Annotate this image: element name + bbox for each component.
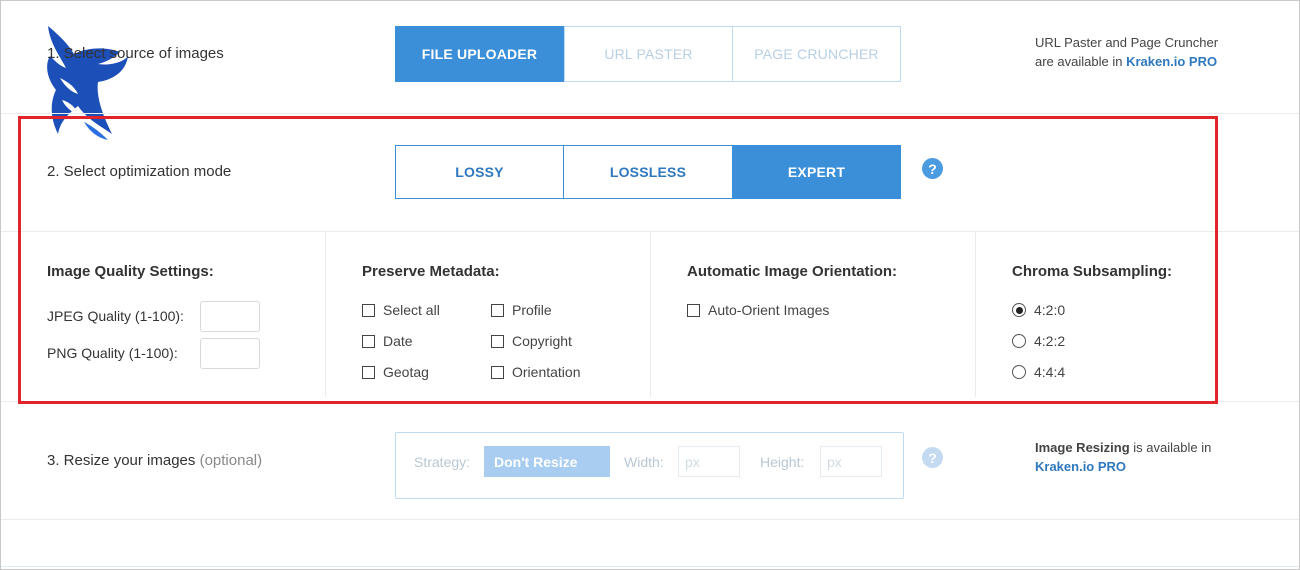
height-input[interactable]: px [820, 446, 882, 477]
step3-optional: (optional) [199, 452, 263, 469]
pro-note-bold: Image Resizing [1035, 440, 1130, 455]
divider [1, 113, 1299, 114]
strategy-select[interactable]: Don't Resize [484, 446, 610, 477]
step3-label: 3. Resize your images (optional) [47, 452, 262, 469]
tab-file-uploader[interactable]: FILE UPLOADER [395, 26, 564, 82]
pro-note-line1: URL Paster and Page Cruncher [1035, 35, 1219, 50]
pro-note-line2: are available in [1035, 54, 1123, 69]
kraken-pro-link[interactable]: Kraken.io PRO [1035, 457, 1211, 476]
pro-note-step1: URL Paster and Page Cruncher are availab… [1035, 33, 1218, 71]
width-input[interactable]: px [678, 446, 740, 477]
help-icon[interactable]: ? [922, 447, 943, 468]
pro-note-step3: Image Resizing is available in Kraken.io… [1035, 438, 1211, 476]
strategy-value: Don't Resize [494, 453, 578, 470]
divider [1, 566, 1299, 567]
divider [1, 519, 1299, 520]
step3-label-text: 3. Resize your images [47, 452, 196, 469]
step1-label: 1. Select source of images [47, 45, 224, 62]
strategy-label: Strategy: [414, 454, 471, 470]
height-label: Height: [760, 454, 805, 470]
highlight-box [18, 116, 1218, 404]
resize-panel: Strategy: Don't Resize Width: px Height:… [395, 432, 904, 499]
width-label: Width: [624, 454, 664, 470]
tab-page-cruncher[interactable]: PAGE CRUNCHER [733, 26, 901, 82]
tab-url-paster[interactable]: URL PASTER [564, 26, 733, 82]
kraken-pro-link[interactable]: Kraken.io PRO [1126, 54, 1217, 69]
source-tabs: FILE UPLOADER [395, 26, 564, 82]
pro-note-text: is available in [1133, 440, 1212, 455]
source-tabs-disabled: URL PASTER PAGE CRUNCHER [564, 26, 901, 82]
